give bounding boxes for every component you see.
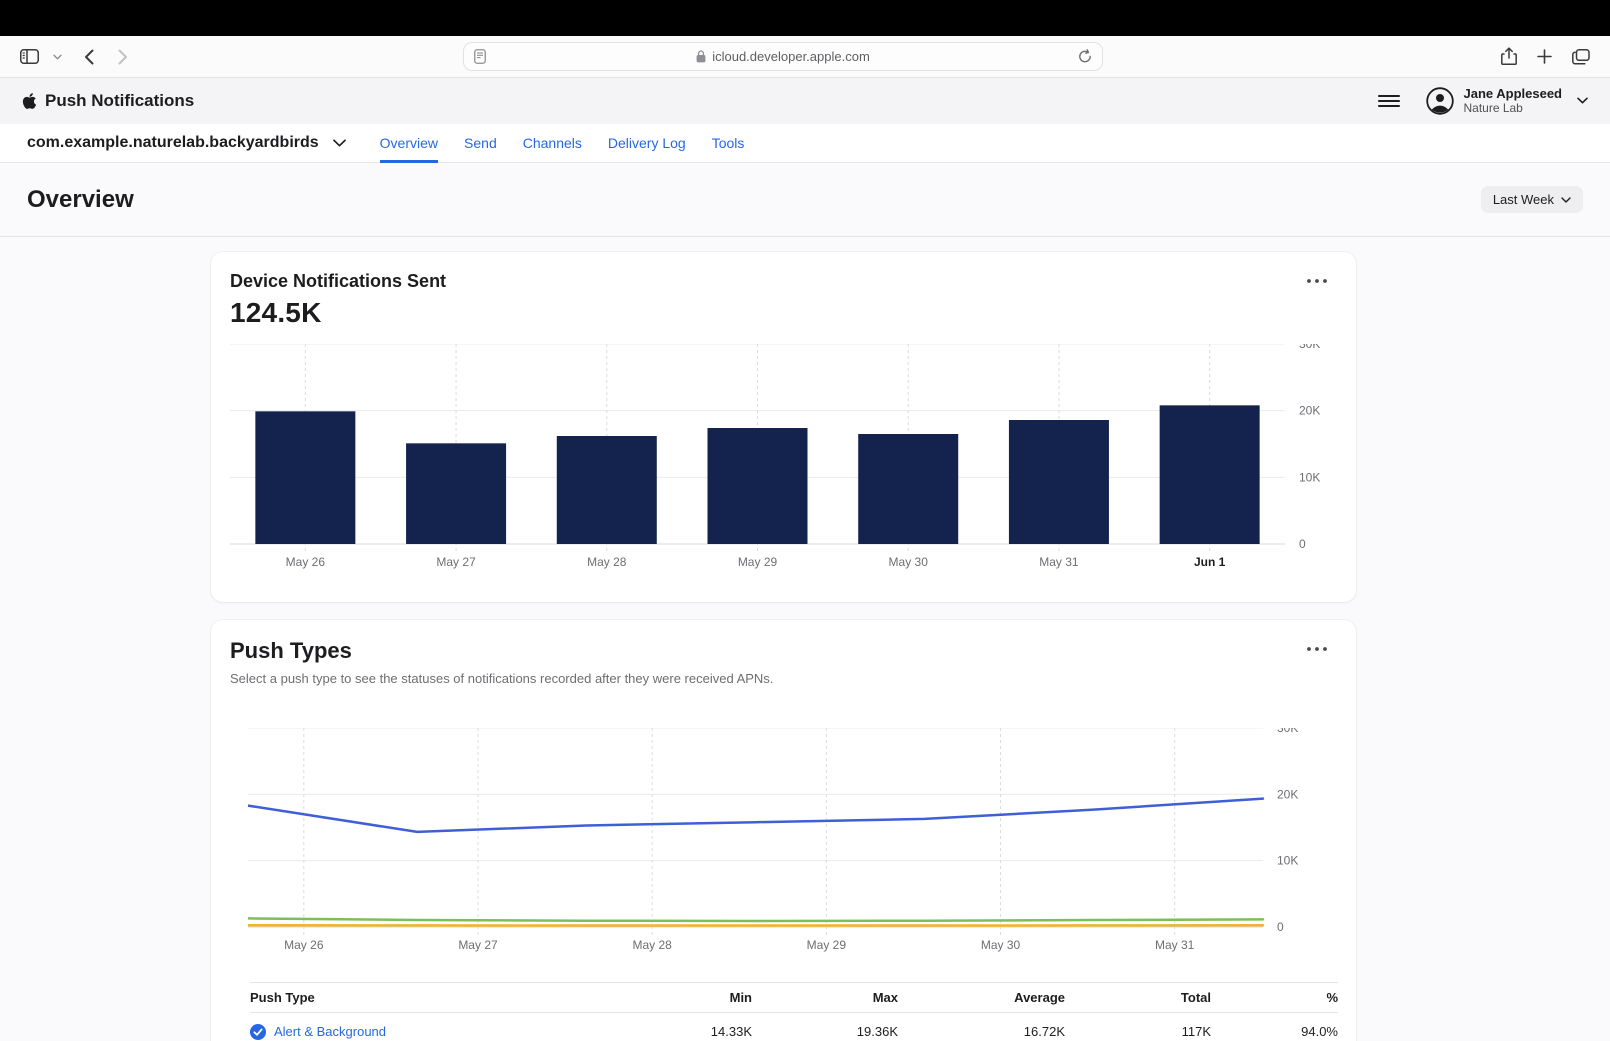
push-types-card: Push Types Select a push type to see the… (211, 620, 1356, 1041)
svg-text:20K: 20K (1299, 404, 1320, 418)
push-types-line-chart: 0 10K 20K 30K May 26 May 27 May 28 May 29 May 30… (248, 728, 1323, 960)
svg-text:May 31: May 31 (1039, 555, 1079, 569)
svg-text:May 28: May 28 (632, 938, 672, 952)
account-name: Jane Appleseed (1463, 87, 1562, 102)
tab-send[interactable]: Send (464, 124, 497, 163)
sidebar-toggle-icon[interactable] (20, 49, 39, 64)
svg-text:May 27: May 27 (458, 938, 498, 952)
tab-bar: Overview Send Channels Delivery Log Tool… (380, 124, 745, 163)
svg-text:May 31: May 31 (1155, 938, 1195, 952)
cell-average: 16.72K (898, 1024, 1065, 1039)
page-title: Overview (27, 186, 134, 214)
svg-text:May 26: May 26 (284, 938, 324, 952)
ellipsis-icon (1306, 646, 1328, 652)
reader-icon[interactable] (474, 49, 486, 64)
push-type-link[interactable]: Alert & Background (274, 1024, 386, 1039)
svg-text:0: 0 (1299, 537, 1306, 551)
bundle-id: com.example.naturelab.backyardbirds (27, 134, 319, 152)
selected-check-icon (250, 1024, 266, 1040)
device-notifications-card: Device Notifications Sent 124.5K 0 10K 20K… (211, 252, 1356, 602)
tab-overview-icon[interactable] (1572, 49, 1590, 65)
apple-logo-icon (22, 92, 37, 110)
col-min: Min (605, 990, 752, 1005)
svg-text:May 29: May 29 (807, 938, 847, 952)
svg-text:0: 0 (1277, 920, 1284, 934)
app-title: Push Notifications (45, 91, 194, 111)
col-max: Max (752, 990, 898, 1005)
svg-text:May 30: May 30 (889, 555, 929, 569)
card-more-options-button[interactable] (1306, 640, 1328, 655)
svg-text:20K: 20K (1277, 787, 1298, 801)
share-icon[interactable] (1501, 47, 1517, 66)
svg-text:Jun 1: Jun 1 (1194, 555, 1226, 569)
account-org: Nature Lab (1463, 102, 1562, 116)
ellipsis-icon (1306, 278, 1328, 284)
cell-min: 14.33K (605, 1024, 752, 1039)
svg-text:30K: 30K (1299, 344, 1320, 351)
push-types-table: Push Type Min Max Average Total % Alert … (250, 982, 1338, 1041)
card-title: Push Types (230, 638, 1356, 664)
window-top-bar (0, 0, 1610, 36)
cell-total: 117K (1065, 1024, 1211, 1039)
tab-tools[interactable]: Tools (712, 124, 745, 163)
address-bar[interactable]: icloud.developer.apple.com (463, 42, 1103, 71)
col-total: Total (1065, 990, 1211, 1005)
cell-max: 19.36K (752, 1024, 898, 1039)
sidebar-chevron-down-icon[interactable] (53, 54, 62, 60)
table-header-row: Push Type Min Max Average Total % (250, 982, 1338, 1013)
range-chevron-down-icon (1561, 197, 1571, 203)
svg-text:May 26: May 26 (286, 555, 326, 569)
svg-text:May 28: May 28 (587, 555, 627, 569)
reload-icon[interactable] (1078, 49, 1092, 64)
svg-text:10K: 10K (1277, 854, 1298, 868)
col-percent: % (1211, 990, 1338, 1005)
table-row: Alert & Background 14.33K 19.36K 16.72K … (250, 1013, 1338, 1041)
svg-text:30K: 30K (1277, 728, 1298, 735)
svg-text:10K: 10K (1299, 470, 1320, 484)
back-button-icon[interactable] (84, 49, 94, 65)
notifications-total: 124.5K (230, 297, 1356, 329)
bundle-chevron-down-icon (333, 139, 346, 147)
date-range-button[interactable]: Last Week (1481, 186, 1583, 213)
forward-button-icon[interactable] (118, 49, 128, 65)
svg-text:May 27: May 27 (436, 555, 476, 569)
tab-delivery-log[interactable]: Delivery Log (608, 124, 686, 163)
bundle-id-selector[interactable]: com.example.naturelab.backyardbirds (27, 134, 346, 152)
account-menu[interactable]: Jane Appleseed Nature Lab (1426, 87, 1588, 116)
device-notifications-bar-chart: 0 10K 20K 30K May 26 May 27 May 28 May 29 May 30… (230, 344, 1342, 576)
page-content: Overview Last Week Device Notifications … (0, 163, 1610, 1041)
col-push-type: Push Type (250, 990, 605, 1005)
date-range-label: Last Week (1493, 192, 1554, 207)
svg-text:May 30: May 30 (981, 938, 1021, 952)
menu-hamburger-icon[interactable] (1378, 94, 1400, 108)
tab-overview[interactable]: Overview (380, 124, 438, 163)
card-subtitle: Select a push type to see the statuses o… (230, 671, 1356, 686)
app-header: Push Notifications Jane Appleseed Nature… (0, 78, 1610, 124)
new-tab-plus-icon[interactable] (1537, 49, 1552, 64)
card-title: Device Notifications Sent (230, 271, 1356, 292)
card-more-options-button[interactable] (1306, 272, 1328, 287)
browser-toolbar: icloud.developer.apple.com (0, 36, 1610, 78)
tab-channels[interactable]: Channels (523, 124, 582, 163)
svg-text:May 29: May 29 (738, 555, 778, 569)
avatar-icon (1426, 87, 1454, 115)
col-average: Average (898, 990, 1065, 1005)
url-text: icloud.developer.apple.com (712, 49, 870, 64)
app-nav: com.example.naturelab.backyardbirds Over… (0, 124, 1610, 163)
lock-icon (696, 50, 706, 63)
account-chevron-down-icon (1577, 97, 1588, 104)
cell-percent: 94.0% (1211, 1024, 1338, 1039)
